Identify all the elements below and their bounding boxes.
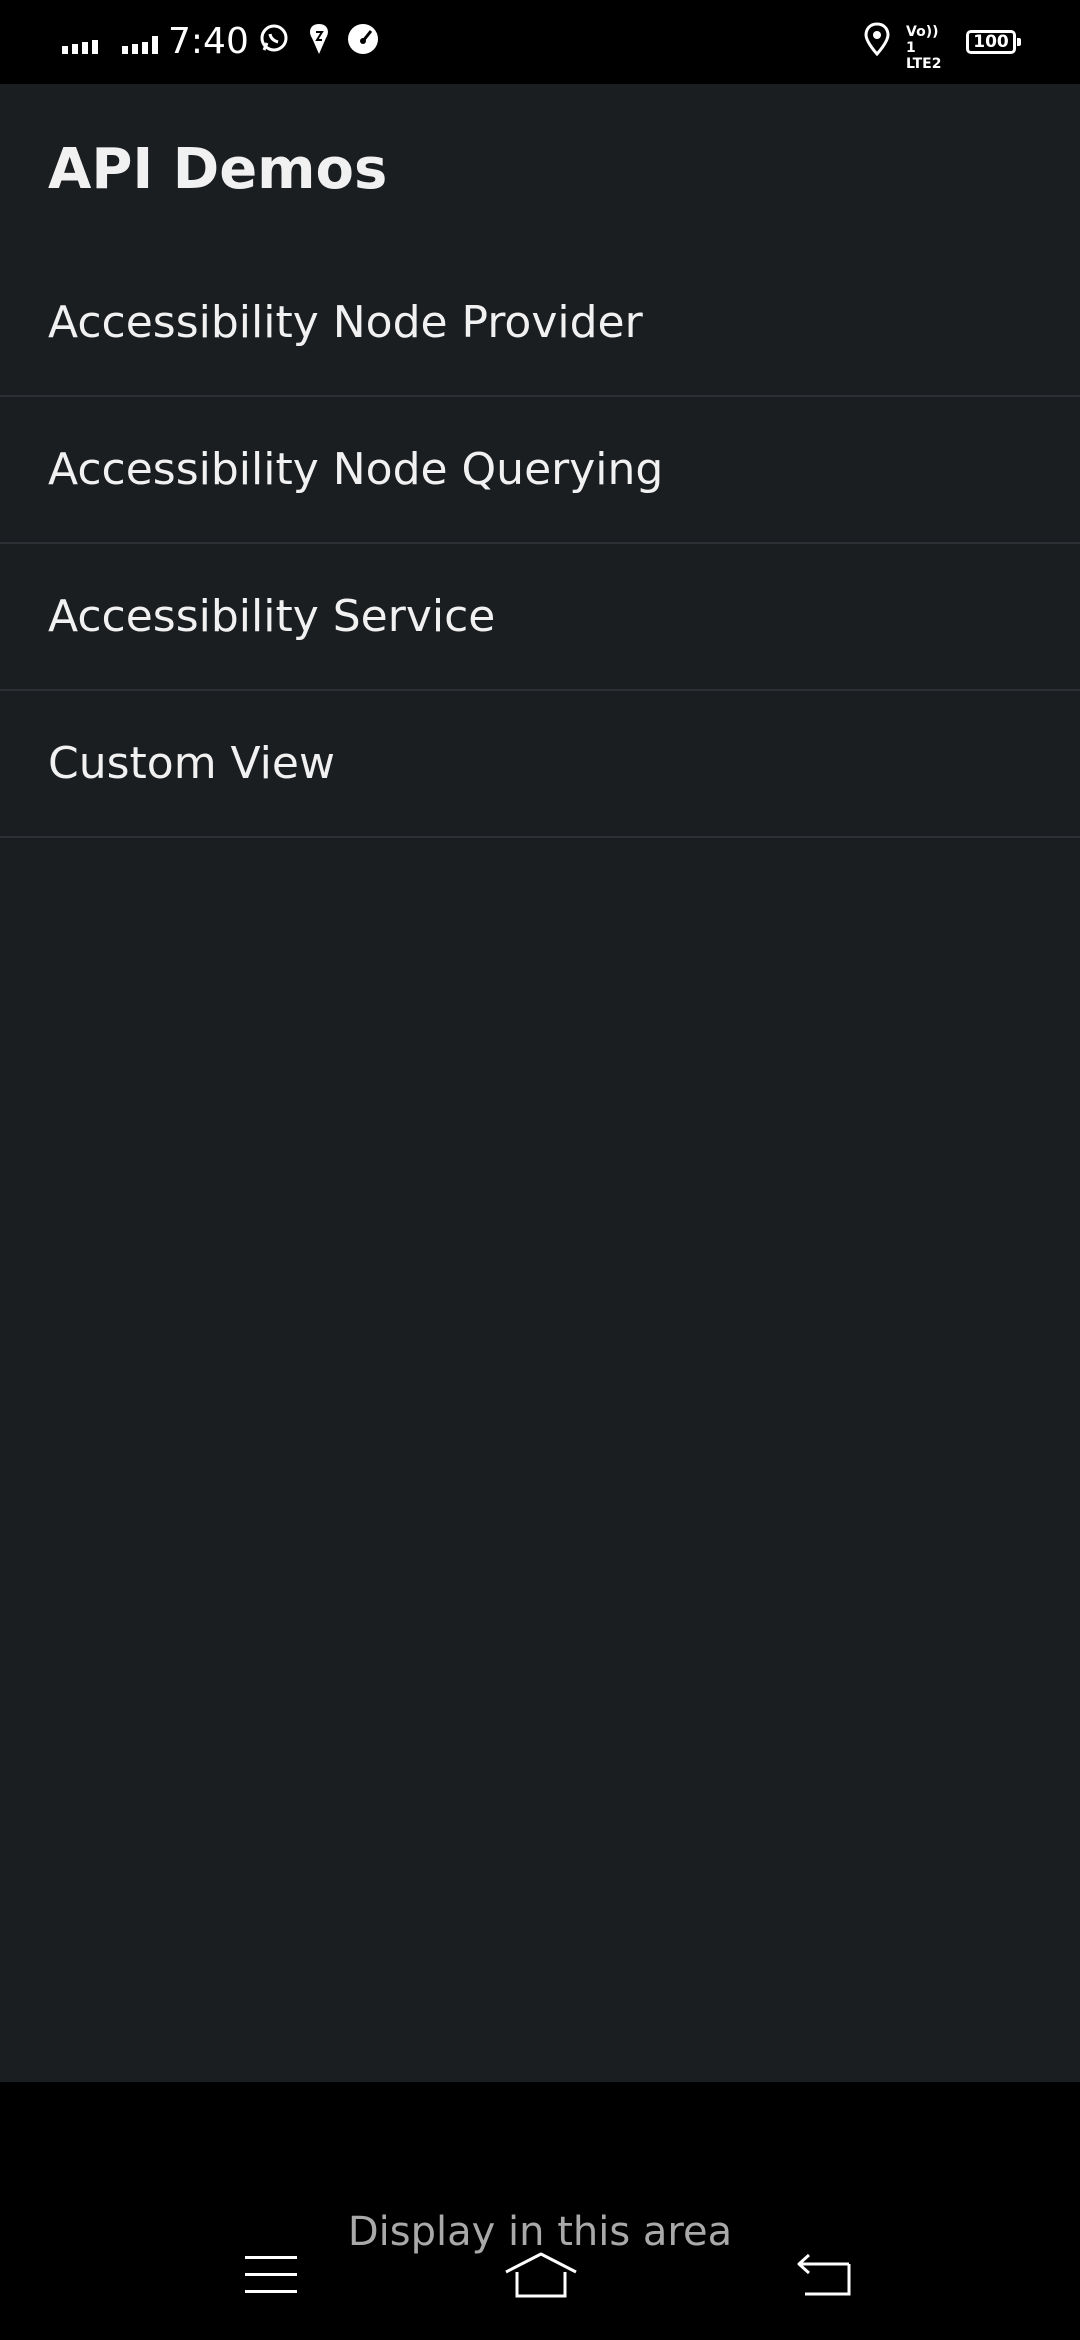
battery-icon: 100 — [966, 30, 1021, 54]
list-item-label: Accessibility Node Provider — [48, 297, 643, 348]
list-item-accessibility-node-provider[interactable]: Accessibility Node Provider — [0, 250, 1080, 397]
lte-icon: Vo)) 1 LTE2 — [906, 24, 942, 72]
signal-icon-2 — [122, 36, 158, 54]
list-item-label: Accessibility Service — [48, 591, 496, 642]
demo-list: Accessibility Node Provider Accessibilit… — [0, 250, 1080, 838]
notification-icon — [310, 24, 328, 54]
location-icon — [864, 22, 890, 56]
back-icon — [797, 2253, 851, 2296]
whatsapp-icon — [260, 24, 288, 52]
home-icon — [505, 2252, 577, 2298]
list-item-label: Custom View — [48, 738, 335, 789]
list-item-accessibility-service[interactable]: Accessibility Service — [0, 544, 1080, 691]
speed-icon — [348, 24, 378, 54]
menu-icon — [245, 2256, 297, 2293]
signal-icon — [62, 40, 98, 54]
list-item-accessibility-node-querying[interactable]: Accessibility Node Querying — [0, 397, 1080, 544]
page-title: API Demos — [48, 137, 388, 202]
status-time: 7:40 — [168, 21, 249, 62]
status-bar: 7:40 Vo)) 1 LTE2 100 — [0, 0, 1080, 84]
menu-button[interactable] — [226, 2240, 316, 2310]
home-button[interactable] — [496, 2240, 586, 2310]
screen: 7:40 Vo)) 1 LTE2 100 API Demos Accessibi… — [0, 0, 1080, 2340]
list-item-label: Accessibility Node Querying — [48, 444, 664, 495]
list-item-custom-view[interactable]: Custom View — [0, 691, 1080, 838]
back-button[interactable] — [778, 2240, 868, 2310]
